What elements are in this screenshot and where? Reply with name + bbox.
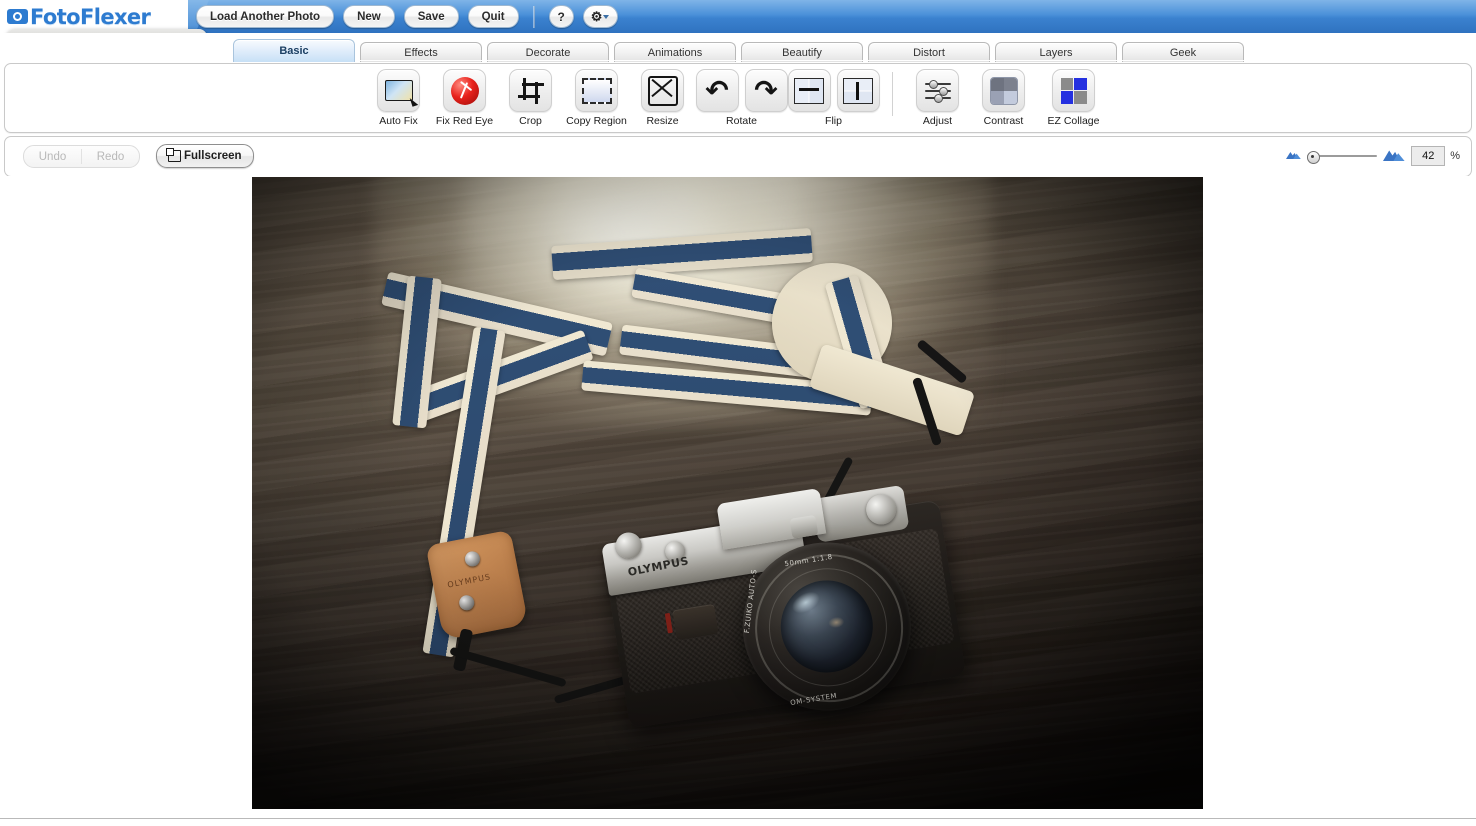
load-another-photo-button[interactable]: Load Another Photo [196, 5, 335, 28]
strap-leather-tab: OLYMPUS [425, 529, 529, 641]
tool-label: Copy Region [566, 115, 627, 127]
camera-icon [7, 9, 207, 33]
copy-region-icon [575, 69, 618, 112]
header-button-group: Load Another Photo New Save Quit ? ⚙ [196, 5, 618, 28]
camera-dial [864, 492, 899, 527]
page-footer [0, 819, 1476, 826]
tool-resize[interactable]: Resize [630, 64, 696, 127]
tool-flip-group: Flip [787, 64, 880, 127]
camera-brand-text: OLYMPUS [626, 554, 691, 579]
fullscreen-button[interactable]: Fullscreen [156, 144, 254, 168]
undo-button[interactable]: Undo [24, 151, 81, 163]
rotate-right-icon[interactable]: ↷ [744, 69, 788, 112]
strap-stud [463, 550, 482, 568]
gear-icon: ⚙ [590, 9, 603, 24]
tool-label: Flip [825, 115, 842, 127]
fullscreen-icon [166, 148, 181, 162]
tool-label: Fix Red Eye [435, 115, 494, 127]
tool-rotate-group: ↶ ↷ Rotate [695, 64, 788, 127]
photo-content: OLYMPUS OLYMPUS 50mm 1:1.8 F.ZUIKO AUTO-… [252, 177, 1203, 809]
strap-brand-text: OLYMPUS [446, 572, 492, 590]
tab-underline [0, 60, 1476, 61]
camera-dial [613, 530, 644, 561]
zoom-value-input[interactable]: 42 [1411, 146, 1446, 166]
tab-bar: Basic Effects Decorate Animations Beauti… [0, 33, 1476, 62]
settings-button[interactable]: ⚙ [582, 5, 618, 28]
tab-geek[interactable]: Geek [1122, 42, 1244, 62]
tab-decorate[interactable]: Decorate [487, 42, 609, 62]
new-button[interactable]: New [343, 5, 395, 28]
zoom-control: 42 % [1285, 144, 1460, 168]
undo-redo-group: Undo Redo [23, 145, 140, 168]
tool-auto-fix[interactable]: Auto Fix [366, 64, 432, 127]
tool-label: Auto Fix [379, 115, 418, 127]
flip-vertical-icon[interactable] [836, 69, 880, 112]
crop-icon [509, 69, 552, 112]
redo-button[interactable]: Redo [82, 151, 139, 163]
editor-canvas: OLYMPUS OLYMPUS 50mm 1:1.8 F.ZUIKO AUTO-… [0, 176, 1476, 818]
secondary-toolbar: Undo Redo Fullscreen Tweet Like [4, 136, 1472, 311]
tool-fix-red-eye[interactable]: Fix Red Eye [432, 64, 498, 127]
logo-label: FotoFlexer [30, 4, 151, 29]
tab-animations[interactable]: Animations [614, 42, 736, 62]
resize-icon [641, 69, 684, 112]
tool-adjust[interactable]: Contrast Adjust [905, 64, 971, 127]
tab-basic[interactable]: Basic [233, 39, 355, 62]
mountain-large-icon [1382, 145, 1406, 167]
quit-button[interactable]: Quit [467, 5, 519, 28]
tool-list: Auto Fix Fix Red Eye Crop Copy Region Re… [5, 64, 1471, 132]
auto-fix-icon [377, 69, 420, 112]
help-button[interactable]: ? [548, 5, 574, 28]
tool-label: Rotate [726, 115, 757, 127]
tab-effects[interactable]: Effects [360, 42, 482, 62]
fotoflexer-app: FotoFlexer Load Another Photo New Save Q… [0, 0, 1476, 826]
tool-label: Adjust [922, 115, 953, 127]
contrast-icon [982, 69, 1025, 112]
tab-distort[interactable]: Distort [868, 42, 990, 62]
chevron-down-icon [603, 14, 610, 19]
tool-label: EZ Collage [1047, 115, 1100, 127]
tool-ez-collage[interactable]: EZ Collage [1037, 64, 1111, 127]
photo-image[interactable]: OLYMPUS OLYMPUS 50mm 1:1.8 F.ZUIKO AUTO-… [252, 177, 1203, 809]
fullscreen-label: Fullscreen [184, 150, 242, 162]
tool-label: Contrast [983, 115, 1024, 127]
tool-copy-region[interactable]: Copy Region [564, 64, 630, 127]
zoom-slider[interactable] [1307, 149, 1378, 164]
save-button[interactable]: Save [403, 5, 459, 28]
tab-beautify[interactable]: Beautify [741, 42, 863, 62]
ez-collage-icon [1052, 69, 1095, 112]
tool-divider [891, 72, 893, 116]
adjust-icon [916, 69, 959, 112]
flip-horizontal-icon[interactable] [787, 69, 831, 112]
tool-crop[interactable]: Crop [498, 64, 564, 127]
rotate-left-icon[interactable]: ↶ [695, 69, 739, 112]
logo-text-wrap: FotoFlexer [7, 4, 207, 33]
camera-strap-lug [789, 514, 819, 539]
tab-layers[interactable]: Layers [995, 42, 1117, 62]
fix-red-eye-icon [443, 69, 486, 112]
mountain-small-icon [1285, 147, 1302, 165]
tool-contrast[interactable]: Contrast [971, 64, 1037, 127]
tool-label: Resize [646, 115, 679, 127]
header-divider [532, 5, 535, 28]
zoom-unit-label: % [1450, 150, 1460, 162]
tool-label: Crop [519, 115, 542, 127]
strap-stud [457, 593, 476, 612]
app-header: FotoFlexer Load Another Photo New Save Q… [0, 0, 1476, 34]
app-logo[interactable]: FotoFlexer [0, 0, 207, 33]
tool-panel: Auto Fix Fix Red Eye Crop Copy Region Re… [4, 63, 1472, 133]
zoom-slider-handle[interactable] [1307, 151, 1321, 164]
